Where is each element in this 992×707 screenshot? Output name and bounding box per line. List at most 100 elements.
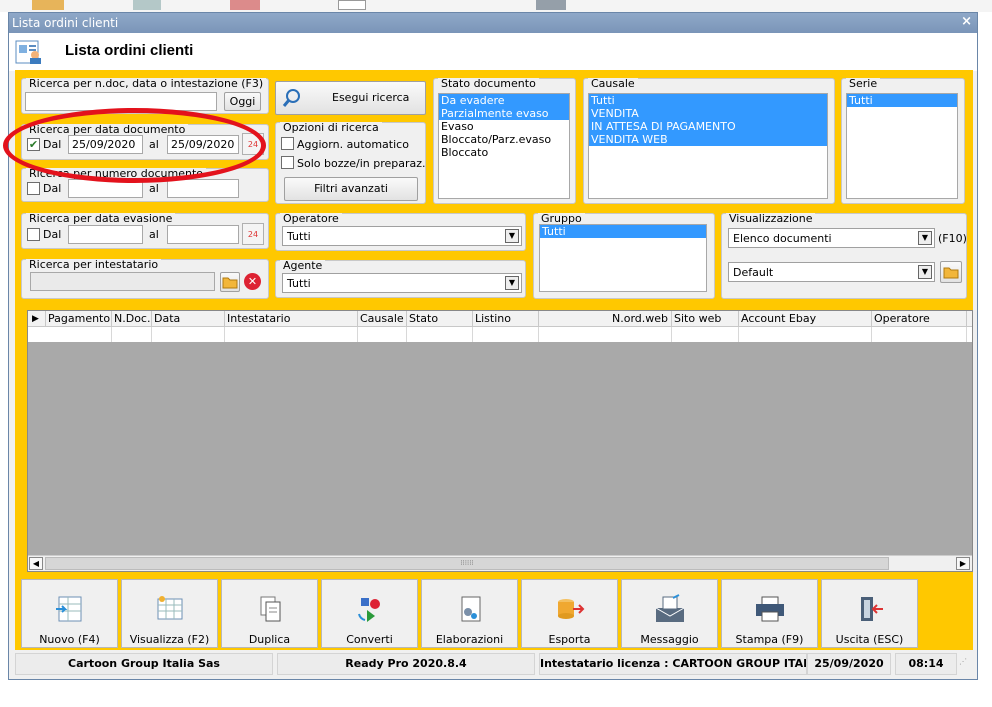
duplica-button[interactable]: Duplica	[221, 579, 318, 648]
visualizza-f2-button[interactable]: Visualizza (F2)	[121, 579, 218, 648]
auto-refresh-checkbox[interactable]	[281, 137, 294, 150]
column-header[interactable]: Operatore	[872, 311, 967, 327]
nuovo-f4-button[interactable]: Nuovo (F4)	[21, 579, 118, 648]
grid-cell[interactable]	[539, 327, 672, 342]
calendar-icon[interactable]: 24	[242, 223, 264, 245]
background-app-icon	[338, 0, 366, 10]
status-license: Intestatario licenza : CARTOON GROUP ITA…	[539, 653, 807, 675]
column-header[interactable]: Stato	[407, 311, 473, 327]
grid-cell[interactable]	[358, 327, 407, 342]
gruppo-option[interactable]: Tutti	[540, 225, 706, 238]
doc-status-option[interactable]: Parzialmente evaso	[439, 107, 569, 120]
messaggio-button[interactable]: Messaggio	[621, 579, 718, 648]
today-button[interactable]: Oggi	[224, 92, 261, 111]
run-search-button[interactable]: Esegui ricerca	[275, 81, 426, 115]
doc-status-option[interactable]: Evaso	[439, 120, 569, 133]
column-header[interactable]: Pagamento	[46, 311, 112, 327]
view-mode-select[interactable]: Elenco documenti ▼	[728, 228, 935, 248]
view-layout-select[interactable]: Default ▼	[728, 262, 935, 282]
scroll-right-icon[interactable]: ▶	[956, 557, 970, 570]
from-label: Dal	[43, 182, 62, 195]
column-header[interactable]: Sito web	[672, 311, 739, 327]
grid-cell[interactable]	[872, 327, 967, 342]
converti-button[interactable]: Converti	[321, 579, 418, 648]
chevron-down-icon[interactable]: ▼	[918, 265, 932, 279]
exit-icon	[853, 594, 887, 624]
folder-icon[interactable]	[940, 261, 962, 283]
background-app-icon	[32, 0, 64, 10]
grid-cell[interactable]	[473, 327, 539, 342]
group-caption: Serie	[846, 78, 881, 89]
grid-cell[interactable]	[46, 327, 112, 342]
agente-group: Agente Tutti ▼	[275, 260, 526, 298]
group-caption: Opzioni di ricerca	[280, 122, 382, 133]
column-header[interactable]: Data	[152, 311, 225, 327]
close-icon[interactable]: ×	[961, 14, 972, 29]
serie-list[interactable]: Tutti	[846, 93, 958, 199]
grid-cell[interactable]	[112, 327, 152, 342]
column-header[interactable]: Intestatario	[225, 311, 358, 327]
column-header[interactable]: N.ord.web	[539, 311, 672, 327]
clear-icon[interactable]: ✕	[244, 273, 261, 290]
scroll-left-icon[interactable]: ◀	[29, 557, 43, 570]
group-caption: Ricerca per intestatario	[26, 259, 162, 270]
column-header[interactable]: Account Ebay	[739, 311, 872, 327]
group-caption: Causale	[588, 78, 638, 89]
doc-number-from-checkbox[interactable]	[27, 182, 40, 195]
folder-icon[interactable]	[220, 272, 240, 292]
duplicate-icon	[253, 594, 287, 624]
column-header[interactable]: Causale	[358, 311, 407, 327]
grid-cell[interactable]	[672, 327, 739, 342]
causale-option[interactable]: IN ATTESA DI PAGAMENTO	[589, 120, 827, 133]
stampa-f9-button[interactable]: Stampa (F9)	[721, 579, 818, 648]
doc-status-option[interactable]: Bloccato	[439, 146, 569, 159]
grid-cell[interactable]	[407, 327, 473, 342]
gruppo-list[interactable]: Tutti	[539, 224, 707, 292]
evasion-date-from-input[interactable]	[68, 225, 143, 244]
serie-option[interactable]: Tutti	[847, 94, 957, 107]
orders-app-icon	[15, 40, 41, 64]
horizontal-scrollbar[interactable]: ◀ ⁞⁞⁞⁞⁞⁞ ▶	[28, 555, 972, 571]
chevron-down-icon[interactable]: ▼	[918, 231, 932, 245]
grid-cell[interactable]	[739, 327, 872, 342]
causale-option[interactable]: VENDITA WEB	[589, 133, 827, 146]
esporta-button[interactable]: Esporta	[521, 579, 618, 648]
doc-status-list[interactable]: Da evadere Parzialmente evaso Evaso Bloccat…	[438, 93, 570, 199]
evasion-date-group: Ricerca per data evasione Dal al 24	[21, 213, 269, 249]
doc-status-option[interactable]: Da evadere	[439, 94, 569, 107]
grid-cell[interactable]	[225, 327, 358, 342]
column-header[interactable]: Listino	[473, 311, 539, 327]
uscita-esc-button[interactable]: Uscita (ESC)	[821, 579, 918, 648]
title-bar: Lista ordini clienti ×	[9, 13, 977, 33]
grid-cell[interactable]	[152, 327, 225, 342]
evasion-date-from-checkbox[interactable]	[27, 228, 40, 241]
header: Lista ordini clienti	[9, 33, 977, 71]
column-header[interactable]: N.Doc.	[112, 311, 152, 327]
group-caption: Agente	[280, 260, 326, 271]
doc-status-option[interactable]: Bloccato/Parz.evaso	[439, 133, 569, 146]
doc-number-to-input[interactable]	[167, 179, 239, 198]
scrollbar-thumb[interactable]: ⁞⁞⁞⁞⁞⁞	[45, 557, 889, 570]
causale-option[interactable]: VENDITA	[589, 107, 827, 120]
status-time: 08:14	[895, 653, 957, 675]
to-label: al	[149, 182, 159, 195]
holder-input[interactable]	[30, 272, 215, 291]
operatore-select[interactable]: Tutti ▼	[282, 226, 522, 246]
view-layout-value: Default	[733, 266, 774, 279]
resize-grip-icon[interactable]: ⋰	[959, 657, 967, 666]
agente-select[interactable]: Tutti ▼	[282, 273, 522, 293]
operatore-value: Tutti	[287, 230, 311, 243]
convert-icon	[353, 594, 387, 624]
status-date: 25/09/2020	[807, 653, 891, 675]
drafts-only-checkbox[interactable]	[281, 156, 294, 169]
causale-list[interactable]: Tutti VENDITA IN ATTESA DI PAGAMENTO VENDIT…	[588, 93, 828, 199]
grid-new-row[interactable]	[28, 327, 972, 342]
status-bar: Cartoon Group Italia Sas Ready Pro 2020.…	[15, 653, 973, 675]
orders-grid[interactable]: ▶ Pagamento N.Doc. Data Intestatario Causale…	[27, 310, 973, 572]
advanced-filters-button[interactable]: Filtri avanzati	[284, 177, 418, 201]
evasion-date-to-input[interactable]	[167, 225, 239, 244]
chevron-down-icon[interactable]: ▼	[505, 229, 519, 243]
elaborazioni-button[interactable]: Elaborazioni	[421, 579, 518, 648]
causale-option[interactable]: Tutti	[589, 94, 827, 107]
chevron-down-icon[interactable]: ▼	[505, 276, 519, 290]
